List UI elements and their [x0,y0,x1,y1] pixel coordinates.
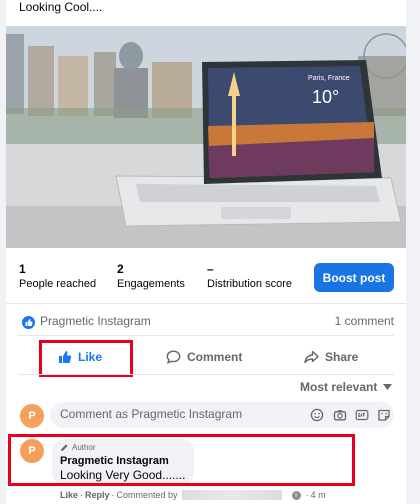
comment-input-placeholder: Comment as Pragmetic Instagram [60,407,243,421]
comment-timestamp[interactable]: 4 m [311,490,326,500]
comment-label: Comment [187,350,243,364]
laptop-temp-text: 10° [312,87,339,107]
boost-post-button[interactable]: Boost post [314,263,394,292]
like-reaction-icon[interactable] [22,316,35,329]
like-highlight-box [39,340,133,377]
people-reached-value: 1 [19,262,26,276]
laptop-city-text: Paris, France [308,75,350,82]
comment-meta: Like · Reply · Commented by i · 4 m [60,490,326,500]
comment-highlight-box [8,434,355,486]
reactor-name[interactable]: Pragmetic Instagram [40,314,151,328]
post-caption: Looking Cool.... [19,0,103,14]
comment-count[interactable]: 1 comment [335,314,394,328]
share-arrow-icon [304,350,319,364]
camera-icon[interactable] [333,408,347,422]
comment-button[interactable]: Comment [166,342,242,372]
comment-like-link[interactable]: Like [60,490,78,500]
distribution-score-label: Distribution score [207,278,292,290]
share-label: Share [325,350,359,364]
sticker-icon[interactable] [377,408,391,422]
divider [6,303,406,304]
share-button[interactable]: Share [304,342,358,372]
avatar[interactable]: P [20,404,44,428]
divider [18,335,394,336]
sort-label: Most relevant [300,380,378,394]
people-reached-label: People reached [19,278,97,290]
redacted-name [181,490,282,500]
distribution-score-value: – [207,262,214,276]
laptop-photo: Paris, France 10° [6,26,406,248]
engagements-value: 2 [117,262,124,276]
post-card: Looking Cool.... Paris, France 10° 1 Peo… [6,0,406,504]
comment-reply-link[interactable]: Reply [85,490,110,500]
comment-sort-dropdown[interactable]: Most relevant [300,380,393,394]
post-photo[interactable]: Paris, France 10° [6,26,406,248]
engagements-label: Engagements [117,278,185,290]
gif-icon[interactable] [355,408,369,422]
comment-input[interactable]: Comment as Pragmetic Instagram [50,402,394,428]
comment-icon [166,350,181,364]
caret-down-icon [383,384,393,390]
info-icon[interactable]: i [291,490,301,500]
emoji-icon[interactable] [310,408,324,422]
commented-by-label: Commented by [116,490,178,500]
divider [18,374,394,375]
